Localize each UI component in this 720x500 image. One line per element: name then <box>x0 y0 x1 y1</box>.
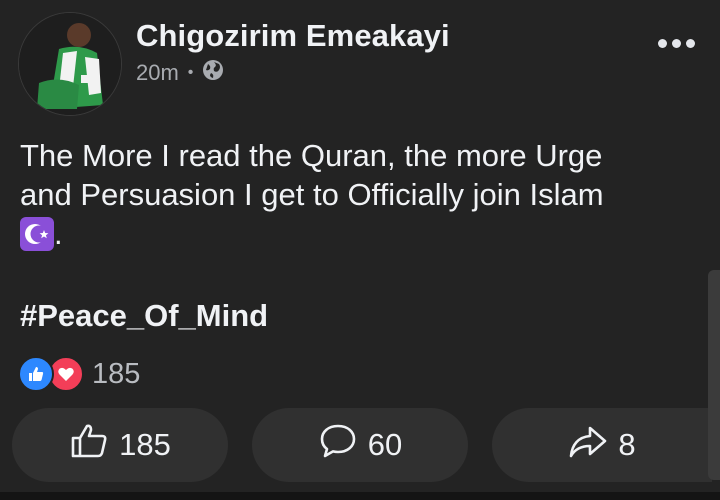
post-time[interactable]: 20m <box>136 60 179 86</box>
post-body-line: . <box>20 214 680 253</box>
post-body: The More I read the Quran, the more Urge… <box>20 136 680 253</box>
scrollbar[interactable] <box>708 270 720 480</box>
share-button[interactable]: 8 <box>492 408 712 482</box>
post-body-period: . <box>54 216 63 251</box>
author-avatar[interactable] <box>18 12 122 116</box>
post-meta: 20m • <box>136 58 224 88</box>
facebook-post: Chigozirim Emeakayi 20m • The More I rea… <box>0 0 720 500</box>
reactions-count: 185 <box>92 357 141 390</box>
bottom-divider <box>0 492 720 500</box>
comment-icon <box>318 421 358 469</box>
author-name[interactable]: Chigozirim Emeakayi <box>136 18 450 54</box>
comment-button[interactable]: 60 <box>252 408 468 482</box>
like-count: 185 <box>119 427 171 462</box>
hashtag-link[interactable]: #Peace_Of_Mind <box>20 298 268 334</box>
like-button[interactable]: 185 <box>12 408 228 482</box>
post-body-line: and Persuasion I get to Officially join … <box>20 177 604 212</box>
reactions-summary[interactable]: 185 <box>18 356 140 392</box>
globe-icon[interactable] <box>202 59 224 87</box>
share-arrow-icon <box>568 421 608 469</box>
meta-separator: • <box>187 64 194 81</box>
more-options-icon[interactable] <box>652 26 700 60</box>
comment-count: 60 <box>367 427 403 462</box>
post-body-line: The More I read the Quran, the more Urge <box>20 138 603 173</box>
post-actions: 185 60 8 <box>12 408 720 482</box>
thumbs-up-icon <box>69 421 109 469</box>
star-and-crescent-emoji <box>20 216 54 251</box>
avatar-image <box>19 13 121 115</box>
like-reaction-icon <box>18 356 54 392</box>
share-count: 8 <box>618 427 636 462</box>
